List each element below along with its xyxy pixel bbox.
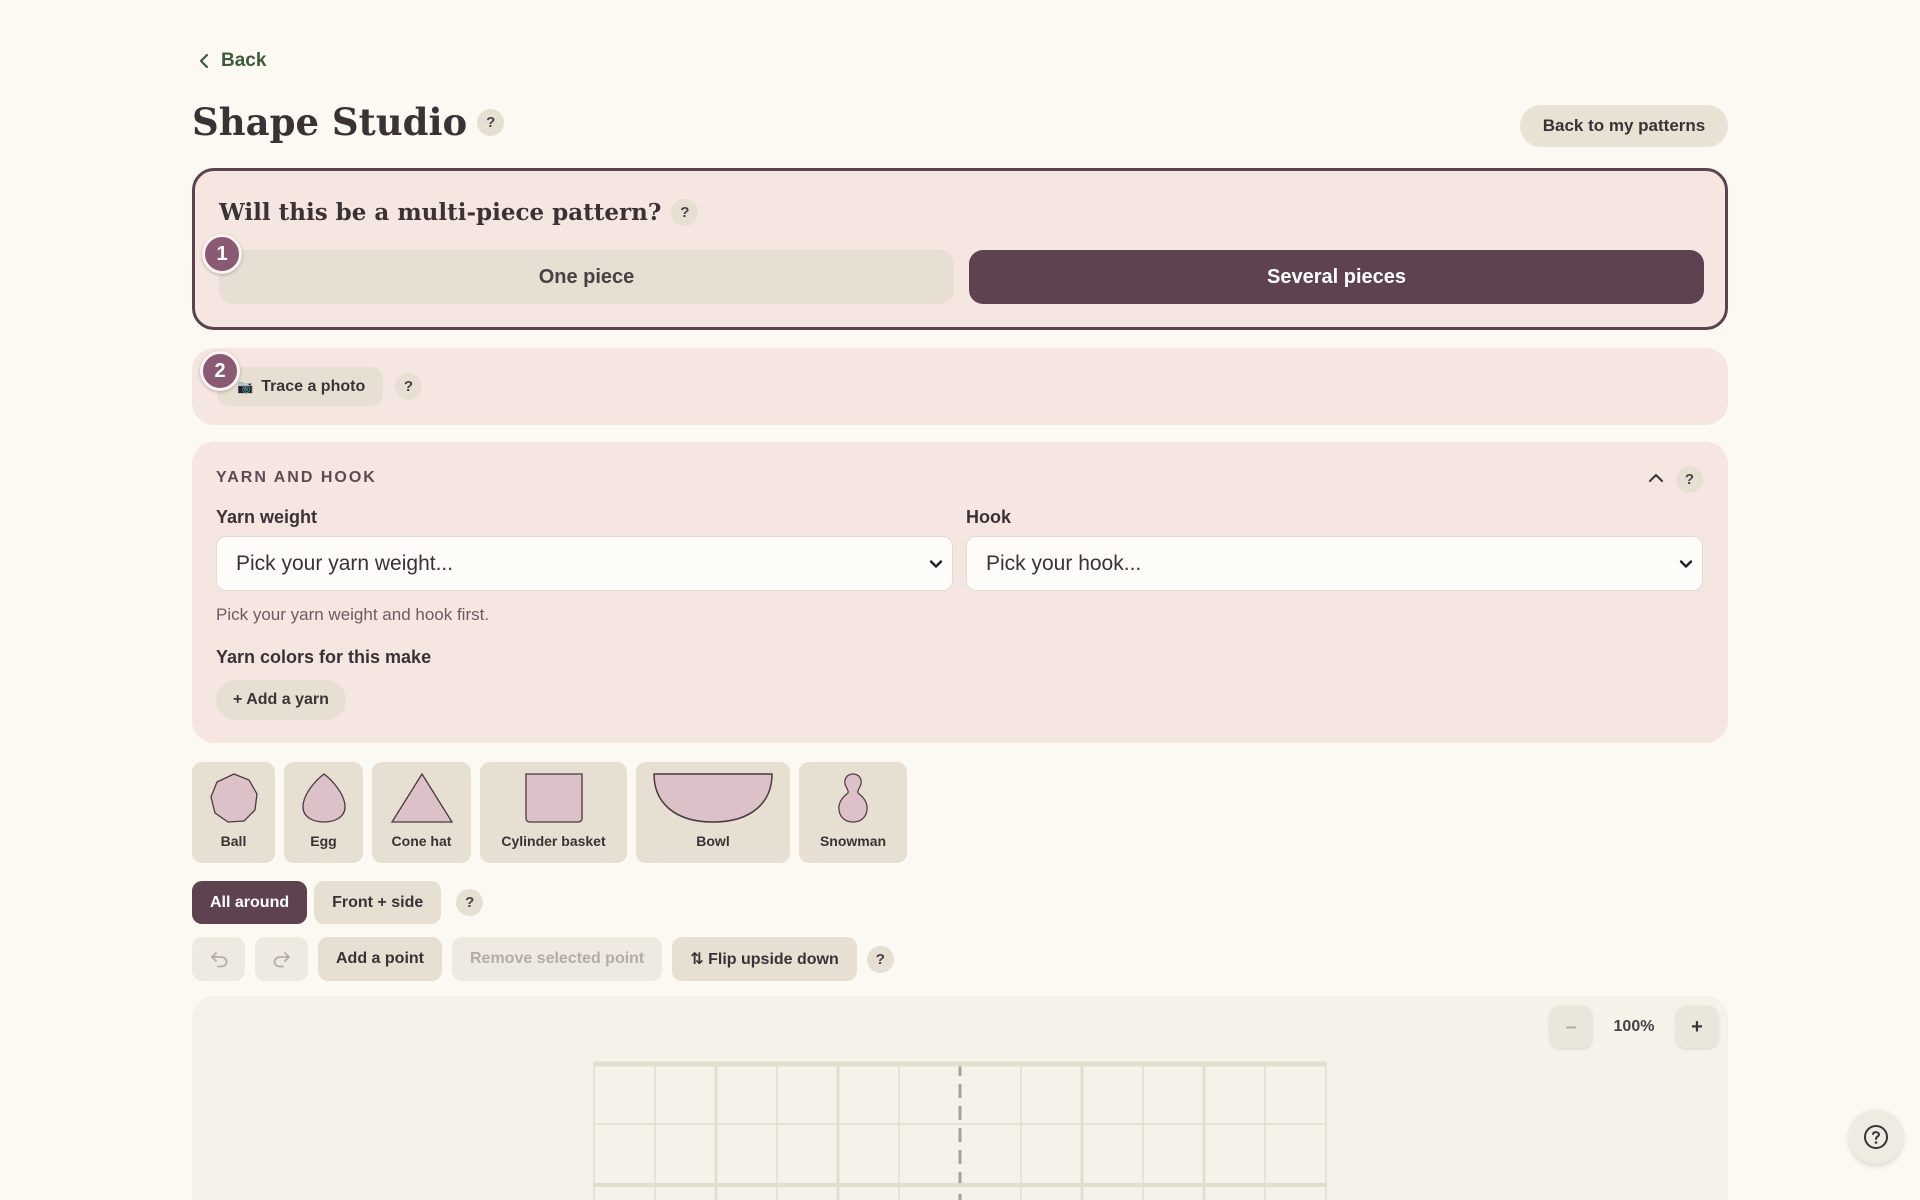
hook-select[interactable]: Pick your hook... [966,536,1703,591]
shape-bowl[interactable]: Bowl [636,762,790,863]
add-point-button[interactable]: Add a point [318,937,442,981]
egg-icon [301,773,346,823]
front-side-view-button[interactable]: Front + side [314,881,442,924]
zoom-in-button[interactable]: + [1676,1006,1718,1048]
shape-ball[interactable]: Ball [192,762,275,863]
chevron-down-icon [929,559,943,568]
shape-label: Egg [310,833,337,849]
back-link[interactable]: Back [197,50,266,72]
yarn-colors-label: Yarn colors for this make [216,647,432,667]
chevron-left-icon [199,53,209,69]
shape-label: Bowl [696,833,730,849]
trace-photo-card: 📷 Trace a photo ? [192,348,1728,425]
hook-label: Hook [966,507,1011,527]
one-piece-option[interactable]: One piece [219,250,954,304]
yarn-weight-label: Yarn weight [216,507,318,527]
undo-icon [210,952,227,968]
chevron-up-icon[interactable] [1647,469,1665,487]
page-title: Shape Studio ? [192,100,505,144]
shape-egg[interactable]: Egg [284,762,363,863]
edit-toolbar: Add a point Remove selected point ⇅ Flip… [192,937,894,981]
shape-label: Cone hat [391,833,452,849]
floating-help-button[interactable] [1849,1110,1903,1164]
zoom-control: – 100% + [1550,1005,1718,1049]
shape-label: Snowman [819,833,887,849]
multi-piece-help-icon[interactable]: ? [671,199,699,226]
cylinder-basket-icon [524,773,583,823]
remove-point-button[interactable]: Remove selected point [451,937,663,981]
shape-cone-hat[interactable]: Cone hat [372,762,471,863]
toolbar-help-icon[interactable]: ? [866,945,894,973]
zoom-out-button[interactable]: – [1550,1006,1592,1048]
shape-presets: Ball Egg Cone hat Cylinder basket Bowl S… [192,762,907,863]
yarn-weight-select[interactable]: Pick your yarn weight... [216,536,953,591]
yarn-hook-hint: Pick your yarn weight and hook first. [216,605,490,624]
redo-icon [273,952,290,968]
camera-icon: 📷 [237,378,254,394]
view-help-icon[interactable]: ? [456,889,484,916]
cone-hat-icon [390,772,453,823]
view-toggle: All around Front + side ? [192,881,484,924]
trace-photo-label: Trace a photo [261,377,366,395]
yarn-hook-help-icon[interactable]: ? [1676,466,1703,493]
title-help-icon[interactable]: ? [477,108,505,136]
flip-upside-down-button[interactable]: ⇅ Flip upside down [672,937,857,981]
shape-snowman[interactable]: Snowman [799,762,907,863]
hook-value: Pick your hook... [986,551,1142,575]
yarn-hook-title: YARN AND HOOK [216,469,377,486]
shape-canvas[interactable]: – 100% + [192,996,1728,1200]
shape-label: Ball [220,833,247,849]
question-circle-icon [1864,1125,1888,1149]
multi-piece-card: Will this be a multi-piece pattern? ? On… [192,168,1728,330]
back-label: Back [221,50,267,71]
bowl-icon [653,773,773,823]
ball-icon [209,773,258,823]
shape-label: Cylinder basket [501,833,606,849]
trace-photo-help-icon[interactable]: ? [395,373,422,400]
chevron-down-icon [1679,559,1693,568]
back-to-patterns-button[interactable]: Back to my patterns [1520,105,1728,147]
yarn-hook-card: YARN AND HOOK ? Yarn weight Pick your ya… [192,442,1728,743]
multi-piece-question-text: Will this be a multi-piece pattern? [219,199,662,226]
zoom-level: 100% [1613,1018,1655,1035]
multi-piece-question: Will this be a multi-piece pattern? ? [219,199,699,226]
undo-button[interactable] [192,937,245,981]
add-yarn-button[interactable]: + Add a yarn [216,680,346,720]
page-title-text: Shape Studio [192,100,468,144]
snowman-icon [838,773,868,823]
all-around-view-button[interactable]: All around [192,881,308,924]
trace-photo-button[interactable]: 📷 Trace a photo [217,367,384,406]
several-pieces-option[interactable]: Several pieces [969,250,1704,304]
yarn-weight-value: Pick your yarn weight... [236,551,454,575]
step-1-badge: 1 [202,234,242,274]
redo-button[interactable] [255,937,308,981]
step-2-badge: 2 [200,351,240,391]
canvas-grid [593,1061,1327,1200]
shape-cylinder-basket[interactable]: Cylinder basket [480,762,627,863]
